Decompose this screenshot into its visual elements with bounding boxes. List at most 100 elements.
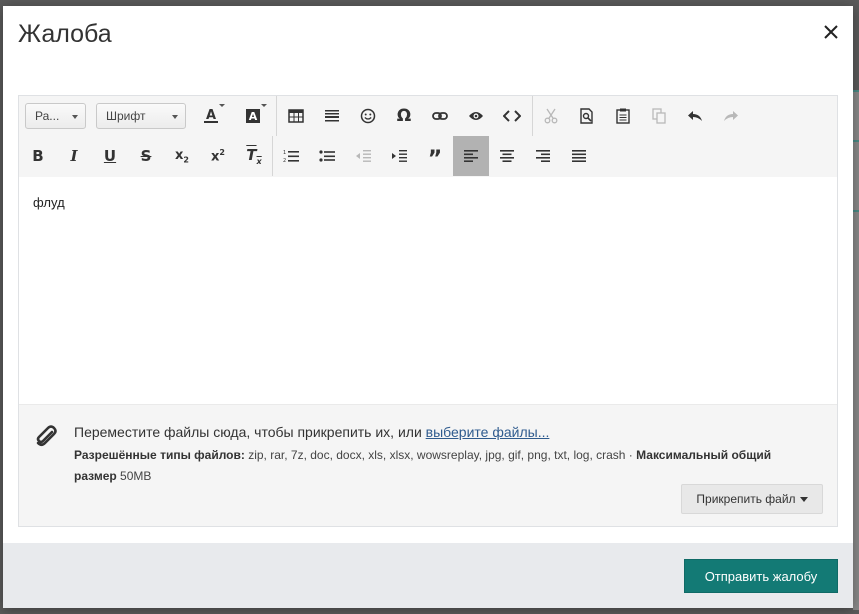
bold-icon: B — [32, 147, 44, 165]
quote-button[interactable]: ” — [417, 136, 453, 176]
unordered-list-icon — [319, 150, 335, 162]
modal-header: Жалоба — [3, 6, 853, 62]
chevron-down-icon — [261, 104, 267, 107]
insert-table-button[interactable] — [278, 96, 314, 136]
italic-button[interactable]: I — [56, 136, 92, 176]
background-color-icon: A — [246, 109, 260, 123]
justify-icon — [572, 150, 586, 162]
toolbar-row-2: B I U S x2 x2 Tx 1 2 ” — [19, 136, 837, 176]
find-replace-button[interactable] — [569, 96, 605, 136]
align-center-button[interactable] — [489, 136, 525, 176]
text-color-icon: A — [204, 108, 218, 123]
attach-file-button[interactable]: Прикрепить файл — [681, 484, 823, 514]
clipboard-icon — [616, 108, 630, 124]
align-left-icon — [464, 150, 478, 162]
smiley-icon — [360, 108, 376, 124]
copy-button[interactable] — [641, 96, 677, 136]
svg-text:A: A — [249, 110, 258, 123]
align-right-icon — [536, 150, 550, 162]
preview-button[interactable] — [458, 96, 494, 136]
close-icon — [824, 25, 838, 39]
attach-file-label: Прикрепить файл — [696, 492, 796, 506]
outdent-button[interactable] — [345, 136, 381, 176]
insert-link-button[interactable] — [422, 96, 458, 136]
svg-text:A: A — [206, 108, 216, 123]
undo-icon — [688, 111, 702, 121]
align-right-button[interactable] — [525, 136, 561, 176]
close-button[interactable] — [819, 20, 843, 44]
justify-button[interactable] — [561, 136, 597, 176]
strikethrough-button[interactable]: S — [128, 136, 164, 176]
quote-icon: ” — [427, 147, 443, 172]
chevron-down-icon — [219, 104, 225, 107]
table-icon — [288, 109, 304, 123]
strikethrough-icon: S — [140, 147, 152, 165]
copy-icon — [652, 108, 666, 124]
horizontal-line-button[interactable] — [314, 96, 350, 136]
underline-button[interactable]: U — [92, 136, 128, 176]
underline-icon: U — [103, 147, 117, 165]
max-size-value: 50MB — [116, 469, 152, 483]
bold-button[interactable]: B — [20, 136, 56, 176]
unordered-list-button[interactable] — [309, 136, 345, 176]
paragraph-format-select[interactable]: Ра... — [25, 103, 86, 129]
special-characters-button[interactable]: Ω — [386, 96, 422, 136]
omega-icon: Ω — [396, 106, 412, 126]
submit-complaint-button[interactable]: Отправить жалобу — [684, 559, 838, 593]
attachment-drop-zone[interactable]: Переместите файлы сюда, чтобы прикрепить… — [19, 404, 837, 526]
clear-formatting-icon: Tx — [246, 146, 262, 166]
superscript-button[interactable]: x2 — [200, 136, 236, 176]
horizontal-line-icon — [325, 110, 339, 122]
chevron-down-icon — [172, 115, 178, 119]
clear-formatting-button[interactable]: Tx — [236, 136, 272, 176]
editor-text: флуд — [33, 195, 65, 210]
outdent-icon — [356, 150, 371, 162]
toolbar-row-1: Ра... Шрифт A A Ω — [19, 96, 837, 136]
undo-button[interactable] — [677, 96, 713, 136]
scissors-icon — [544, 108, 558, 124]
superscript-icon: x2 — [211, 147, 225, 165]
ordered-list-icon: 1 2 — [283, 150, 299, 163]
font-family-value: Шрифт — [106, 109, 146, 123]
editor-content-area[interactable]: флуд — [19, 177, 837, 405]
choose-files-link[interactable]: выберите файлы... — [426, 424, 550, 440]
ordered-list-button[interactable]: 1 2 — [273, 136, 309, 176]
attachment-prompt-text: Переместите файлы сюда, чтобы прикрепить… — [74, 424, 426, 440]
paperclip-icon — [33, 423, 59, 454]
align-center-icon — [500, 150, 514, 162]
allowed-types-label: Разрешённые типы файлов: — [74, 448, 245, 462]
subscript-button[interactable]: x2 — [164, 136, 200, 176]
chevron-down-icon — [72, 115, 78, 119]
complaint-modal: Жалоба Ра... Шрифт A A Ω B I U S x2 x2 T… — [3, 6, 853, 608]
code-icon — [503, 110, 521, 122]
redo-button[interactable] — [713, 96, 749, 136]
eye-icon — [469, 112, 483, 120]
indent-button[interactable] — [381, 136, 417, 176]
svg-text:2: 2 — [283, 158, 286, 163]
editor-toolbar: Ра... Шрифт A A Ω B I U S x2 x2 Tx 1 2 ” — [19, 96, 837, 177]
rich-text-editor: Ра... Шрифт A A Ω B I U S x2 x2 Tx 1 2 ”… — [18, 95, 838, 527]
toolbar-separator — [276, 96, 277, 136]
background-page-edge — [853, 90, 859, 610]
cut-button[interactable] — [533, 96, 569, 136]
subscript-icon: x2 — [175, 147, 189, 165]
find-icon — [580, 108, 593, 124]
source-code-button[interactable] — [494, 96, 530, 136]
background-color-button[interactable]: A — [235, 96, 271, 136]
chevron-down-icon — [799, 496, 808, 502]
allowed-types-value: zip, rar, 7z, doc, docx, xls, xlsx, wows… — [244, 448, 637, 462]
indent-icon — [392, 150, 407, 162]
smilies-button[interactable] — [350, 96, 386, 136]
text-color-button[interactable]: A — [193, 96, 229, 136]
font-family-select[interactable]: Шрифт — [96, 103, 186, 129]
svg-text:1: 1 — [283, 150, 286, 156]
submit-complaint-label: Отправить жалобу — [704, 568, 818, 584]
modal-footer: Отправить жалобу — [3, 543, 853, 608]
align-left-button[interactable] — [453, 136, 489, 176]
paste-button[interactable] — [605, 96, 641, 136]
italic-icon: I — [70, 147, 78, 165]
modal-title: Жалоба — [18, 20, 112, 48]
paragraph-format-value: Ра... — [35, 109, 60, 123]
link-icon — [432, 112, 448, 120]
attachment-prompt: Переместите файлы сюда, чтобы прикрепить… — [74, 424, 549, 440]
